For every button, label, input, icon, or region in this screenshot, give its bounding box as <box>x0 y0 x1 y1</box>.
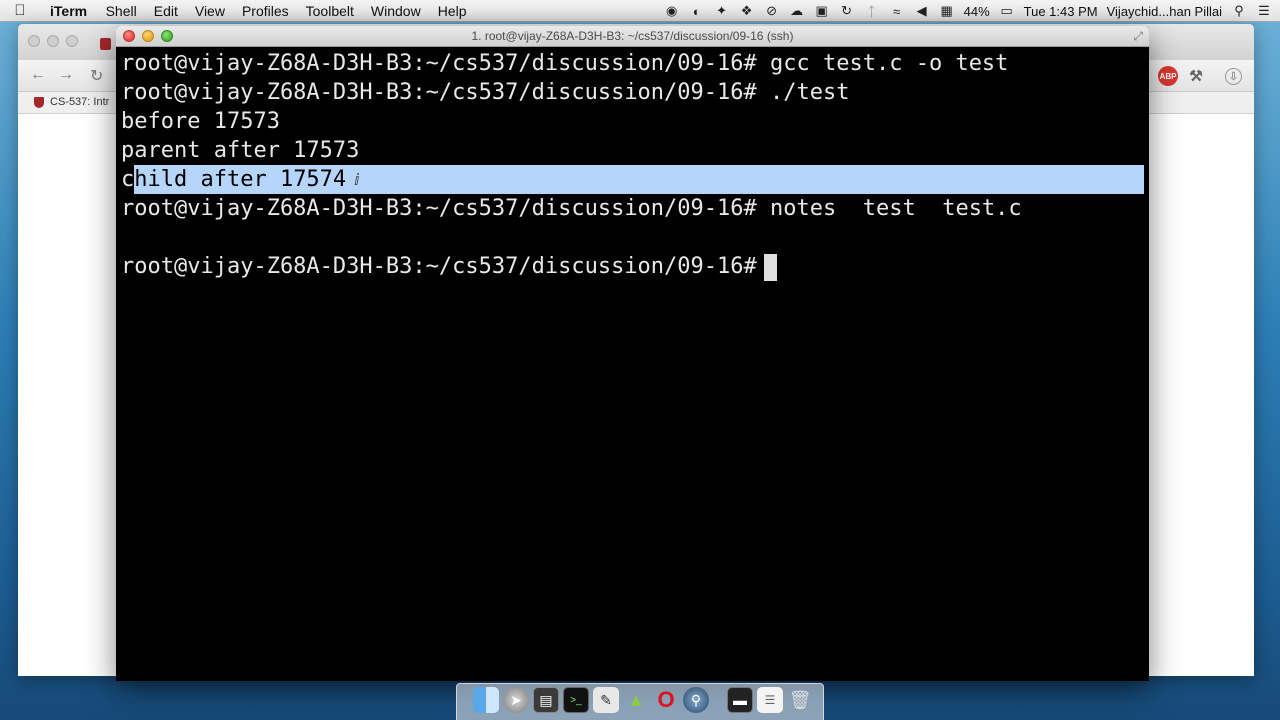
bluetooth-icon[interactable]: ᛏ <box>864 3 880 19</box>
record-icon[interactable]: ◉ <box>664 3 680 19</box>
bookmark-label: CS-537: Intr <box>50 96 110 108</box>
half-circle-icon[interactable]: ◐ <box>689 3 705 19</box>
finder-icon[interactable] <box>473 687 499 713</box>
terminal-line-selected: child after 17574 <box>121 165 359 194</box>
menu-edit[interactable]: Edit <box>145 3 186 19</box>
launchpad-icon[interactable]: ➤ <box>503 687 529 713</box>
wifi-icon[interactable]: ≈ <box>889 3 905 19</box>
time-machine-icon[interactable]: ↻ <box>839 3 855 19</box>
selected-text: hild after 17574 <box>134 167 360 192</box>
no-sync-icon[interactable]: ⊘ <box>764 3 780 19</box>
menu-view[interactable]: View <box>186 3 233 19</box>
volume-icon[interactable]: ◀ <box>914 3 930 19</box>
terminal-line: root@vijay-Z68A-D3H-B3:~/cs537/discussio… <box>121 80 850 105</box>
opera-icon[interactable]: O <box>653 687 679 713</box>
lock-icon[interactable]: ▣ <box>814 3 830 19</box>
browser-zoom-icon[interactable] <box>66 35 78 47</box>
browser-minimize-icon[interactable] <box>47 35 59 47</box>
terminal-line: root@vijay-Z68A-D3H-B3:~/cs537/discussio… <box>121 196 1022 221</box>
dropbox-icon[interactable]: ❖ <box>739 3 755 19</box>
menu-bar:  iTerm Shell Edit View Profiles Toolbel… <box>0 0 1280 22</box>
android-icon[interactable]: ▲ <box>623 687 649 713</box>
iterm-window: 1. root@vijay-Z68A-D3H-B3: ~/cs537/discu… <box>116 26 1149 681</box>
terminal-line: parent after 17573 <box>121 138 360 163</box>
forward-arrow-icon[interactable]: → <box>58 66 74 84</box>
battery-percent: 44% <box>963 3 990 19</box>
trash-icon[interactable]: 🗑 <box>787 687 813 713</box>
apple-menu-icon[interactable]:  <box>0 2 40 19</box>
terminal-line: root@vijay-Z68A-D3H-B3:~/cs537/discussio… <box>121 51 1009 76</box>
menu-toolbelt[interactable]: Toolbelt <box>297 3 362 19</box>
iterm-title-bar[interactable]: 1. root@vijay-Z68A-D3H-B3: ~/cs537/discu… <box>116 26 1149 47</box>
menu-window[interactable]: Window <box>362 3 429 19</box>
terminal-app-icon[interactable]: >_ <box>563 687 589 713</box>
wrench-icon[interactable]: ⚒ <box>1186 66 1206 86</box>
bookmark-cs537[interactable]: CS-537: Intr <box>34 96 109 108</box>
window-title: 1. root@vijay-Z68A-D3H-B3: ~/cs537/discu… <box>471 29 794 43</box>
clock[interactable]: Tue 1:43 PM <box>1024 4 1098 19</box>
crest-icon <box>34 96 44 108</box>
download-icon[interactable]: ⇩ <box>1225 68 1242 85</box>
dock: ➤ ▤ >_ ✎ ▲ O ⚲ ▬ ☰ 🗑 <box>456 683 824 720</box>
terminal-cursor <box>764 254 777 281</box>
back-arrow-icon[interactable]: ← <box>30 66 46 84</box>
menu-profiles[interactable]: Profiles <box>233 3 297 19</box>
menu-app-name[interactable]: iTerm <box>40 3 97 19</box>
terminal-line: before 17573 <box>121 109 280 134</box>
menu-shell[interactable]: Shell <box>97 3 145 19</box>
document-icon[interactable]: ☰ <box>757 687 783 713</box>
fullscreen-icon[interactable]: ⤢ <box>1133 29 1143 44</box>
adblock-plus-icon[interactable]: ABP <box>1158 66 1178 86</box>
activity-monitor-icon[interactable]: ▤ <box>533 687 559 713</box>
status-area: ◉ ◐ ✦ ❖ ⊘ ☁ ▣ ↻ ᛏ ≈ ◀ ▦ 44% ▭ Tue 1:43 P… <box>664 0 1272 22</box>
terminal-area[interactable]: root@vijay-Z68A-D3H-B3:~/cs537/discussio… <box>116 48 1149 681</box>
network-search-icon[interactable]: ⚲ <box>683 687 709 713</box>
input-menu-icon[interactable]: ▦ <box>939 3 955 19</box>
minimized-window-icon[interactable]: ▬ <box>727 687 753 713</box>
battery-icon[interactable]: ▭ <box>999 3 1015 19</box>
preview-icon[interactable]: ✎ <box>593 687 619 713</box>
pin-icon[interactable]: ✦ <box>714 3 730 19</box>
menu-help[interactable]: Help <box>429 3 475 19</box>
selected-line-prefix: c <box>121 167 135 192</box>
browser-tab-favicon-icon[interactable] <box>100 38 111 50</box>
cloud-icon[interactable]: ☁ <box>789 3 805 19</box>
ibeam-cursor-icon: ⅈ <box>354 170 360 189</box>
reload-icon[interactable]: ↻ <box>90 66 103 86</box>
terminal-prompt-line: root@vijay-Z68A-D3H-B3:~/cs537/discussio… <box>121 254 771 279</box>
browser-close-icon[interactable] <box>28 35 40 47</box>
notification-center-icon[interactable]: ☰ <box>1256 3 1272 19</box>
user-name[interactable]: Vijaychid...han Pillai <box>1107 4 1222 19</box>
spotlight-icon[interactable]: ⚲ <box>1231 3 1247 19</box>
